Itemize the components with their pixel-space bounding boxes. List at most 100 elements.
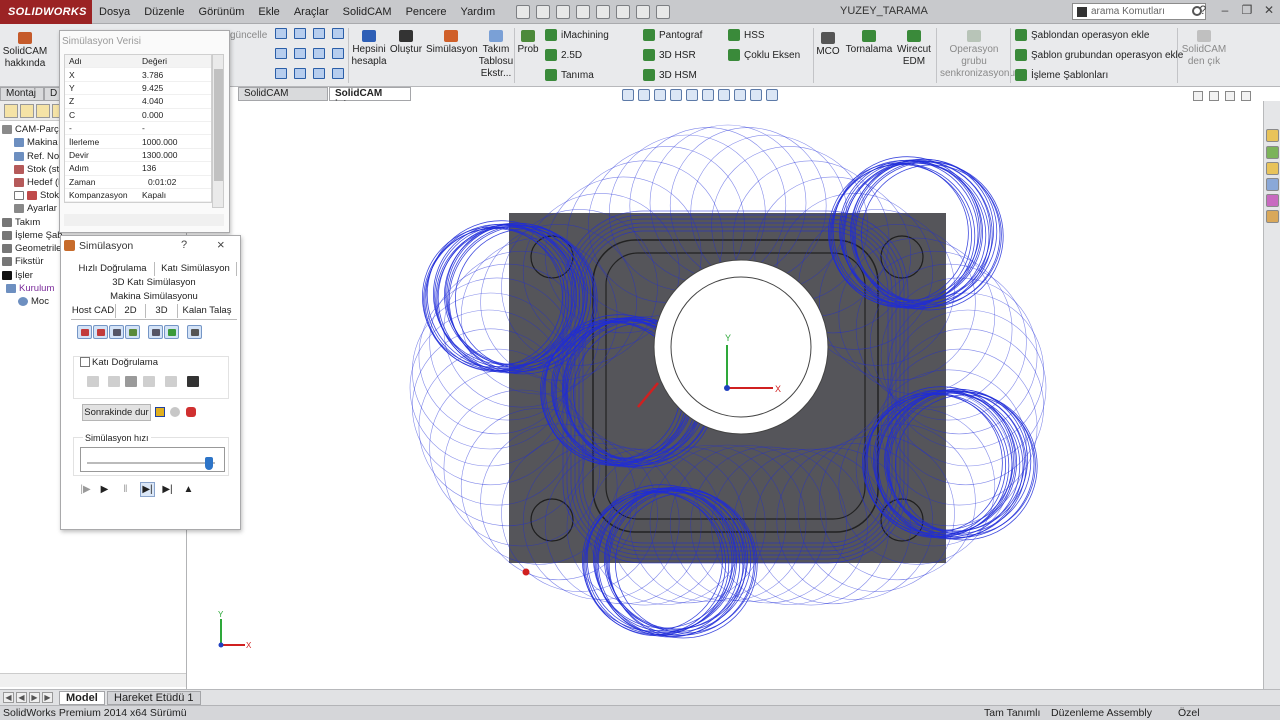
help-icon[interactable]: ? <box>181 239 187 251</box>
about-solidcam-button[interactable]: SolidCAM hakkında <box>2 32 48 70</box>
view-palette-icon[interactable] <box>1266 194 1279 207</box>
process-templates-button[interactable]: İşleme Şablonları <box>1015 69 1108 81</box>
wire-edm-button[interactable]: Wirecut EDM <box>895 30 933 68</box>
rebuild-icon[interactable] <box>636 4 651 19</box>
hsr-button[interactable]: 3D HSR <box>643 49 696 61</box>
pause-icon[interactable]: ‖ <box>119 484 132 496</box>
tab-3d-solid-simulation[interactable]: 3D Katı Simülasyon <box>71 276 237 290</box>
tree-tools[interactable]: Takım <box>2 217 40 228</box>
tab-assembly[interactable]: Montaj <box>0 87 44 101</box>
op-icon-4[interactable] <box>332 28 344 39</box>
close-icon[interactable]: × <box>217 237 225 252</box>
stock-mode-icon[interactable] <box>77 325 92 339</box>
step-back-icon[interactable]: |▶ <box>79 484 92 496</box>
menu-tools[interactable]: Araçlar <box>287 6 336 18</box>
tree-machine[interactable]: Makina <box>14 137 58 148</box>
hide-show-icon[interactable] <box>718 89 730 101</box>
solid-tool-icon-4[interactable] <box>143 376 155 387</box>
multi-axis-button[interactable]: Çoklu Eksen <box>728 49 800 61</box>
play-icon[interactable]: ▶ <box>98 484 111 496</box>
tab-model[interactable]: Model <box>59 691 105 705</box>
tree-tool-icon-2[interactable] <box>20 104 34 118</box>
slider-thumb[interactable] <box>204 457 213 470</box>
stop-option-icon[interactable] <box>155 407 165 417</box>
op-icon-10[interactable] <box>294 68 306 79</box>
rotate-icon[interactable] <box>125 376 137 387</box>
tab-quick-verify[interactable]: Hızlı Doğrulama <box>71 262 155 276</box>
definition-button[interactable]: Tanıma <box>545 69 594 81</box>
tree-module[interactable]: Moc <box>18 296 49 307</box>
hss-button[interactable]: HSS <box>728 29 765 41</box>
zoom-fit-icon[interactable] <box>622 89 634 101</box>
target-mode-icon[interactable] <box>93 325 108 339</box>
simulation-button[interactable]: Simülasyon <box>426 30 478 56</box>
op-icon-5[interactable] <box>275 48 287 59</box>
tab-solidcam-part[interactable]: SolidCAM Parçası <box>238 87 328 111</box>
erase-option-icon[interactable] <box>186 407 196 417</box>
exit-solidcam-button[interactable]: SolidCAM den çık <box>1180 30 1228 68</box>
command-search-input[interactable]: arama Komutları <box>1072 3 1206 20</box>
tool-mode-icon[interactable] <box>109 325 124 339</box>
tree-tool-icon-1[interactable] <box>4 104 18 118</box>
mco-button[interactable]: MCO <box>815 32 841 58</box>
tree-fixture[interactable]: Fikstür <box>2 256 44 267</box>
tab-3d[interactable]: 3D <box>146 304 178 318</box>
open-file-icon[interactable] <box>536 4 551 19</box>
op-icon-7[interactable] <box>313 48 325 59</box>
gouge-mode-icon[interactable] <box>164 325 179 339</box>
display-style-icon[interactable] <box>702 89 714 101</box>
options-icon[interactable] <box>656 4 671 19</box>
tab-2d[interactable]: 2D <box>116 304 146 318</box>
solid-tool-icon-5[interactable] <box>165 376 177 387</box>
add-from-template-button[interactable]: Şablondan operasyon ekle <box>1015 29 1149 41</box>
new-file-icon[interactable] <box>516 4 531 19</box>
tree-horizontal-scrollbar[interactable] <box>0 673 186 687</box>
appearances-icon[interactable] <box>1266 210 1279 223</box>
hsm-button[interactable]: 3D HSM <box>643 69 697 81</box>
viewport-tile-icon[interactable] <box>1209 91 1219 101</box>
tab-prev-icon[interactable]: ◀ <box>16 692 27 703</box>
previous-view-icon[interactable] <box>654 89 666 101</box>
undo-icon[interactable] <box>596 4 611 19</box>
home-icon[interactable] <box>1266 129 1279 142</box>
menu-help[interactable]: Yardım <box>454 6 503 18</box>
run-to-end-icon[interactable]: ▶| <box>161 484 174 496</box>
solid-tool-icon-1[interactable] <box>87 376 99 387</box>
op-icon-8[interactable] <box>332 48 344 59</box>
tree-setup[interactable]: Kurulum <box>6 283 54 294</box>
menu-edit[interactable]: Düzenle <box>137 6 191 18</box>
tab-d[interactable]: D <box>44 87 60 101</box>
turning-button[interactable]: Tornalama <box>845 30 893 56</box>
tab-solid-simulation[interactable]: Katı Simülasyon <box>155 262 237 276</box>
data-vertical-scrollbar[interactable] <box>212 54 224 208</box>
zoom-area-icon[interactable] <box>638 89 650 101</box>
add-from-template-group-button[interactable]: Şablon grubundan operasyon ekle <box>1015 49 1183 61</box>
simulation-speed-slider[interactable] <box>80 447 225 472</box>
op-icon-12[interactable] <box>332 68 344 79</box>
save-icon[interactable] <box>556 4 571 19</box>
scrollbar-thumb[interactable] <box>214 69 223 181</box>
restore-icon[interactable]: ❐ <box>1240 3 1254 17</box>
tree-operations[interactable]: İşler <box>2 270 33 281</box>
tool-option-icon[interactable] <box>170 407 180 417</box>
menu-solidcam[interactable]: SolidCAM <box>336 6 399 18</box>
tree-geometries[interactable]: Geometriler <box>2 243 65 254</box>
pantograph-button[interactable]: Pantograf <box>643 29 702 41</box>
menu-view[interactable]: Görünüm <box>192 6 252 18</box>
tree-cam-part[interactable]: CAM-Parça <box>2 124 64 135</box>
section-view-icon[interactable] <box>670 89 682 101</box>
op-icon-6[interactable] <box>294 48 306 59</box>
op-icon-3[interactable] <box>313 28 325 39</box>
op-icon-9[interactable] <box>275 68 287 79</box>
scene-icon[interactable] <box>750 89 762 101</box>
stop-at-next-button[interactable]: Sonrakinde dur <box>82 404 151 421</box>
tree-stock-sub[interactable]: Stok <box>14 190 59 201</box>
help-icon[interactable]: ? <box>1196 3 1210 17</box>
tab-first-icon[interactable]: ◀ <box>3 692 14 703</box>
step-forward-icon[interactable]: ▶| <box>141 484 154 496</box>
two-five-d-button[interactable]: 2.5D <box>545 49 582 61</box>
report-mode-icon[interactable] <box>187 325 202 339</box>
view-orientation-icon[interactable] <box>686 89 698 101</box>
calculate-all-button[interactable]: Hepsini hesapla <box>350 30 388 68</box>
design-library-icon[interactable] <box>1266 178 1279 191</box>
